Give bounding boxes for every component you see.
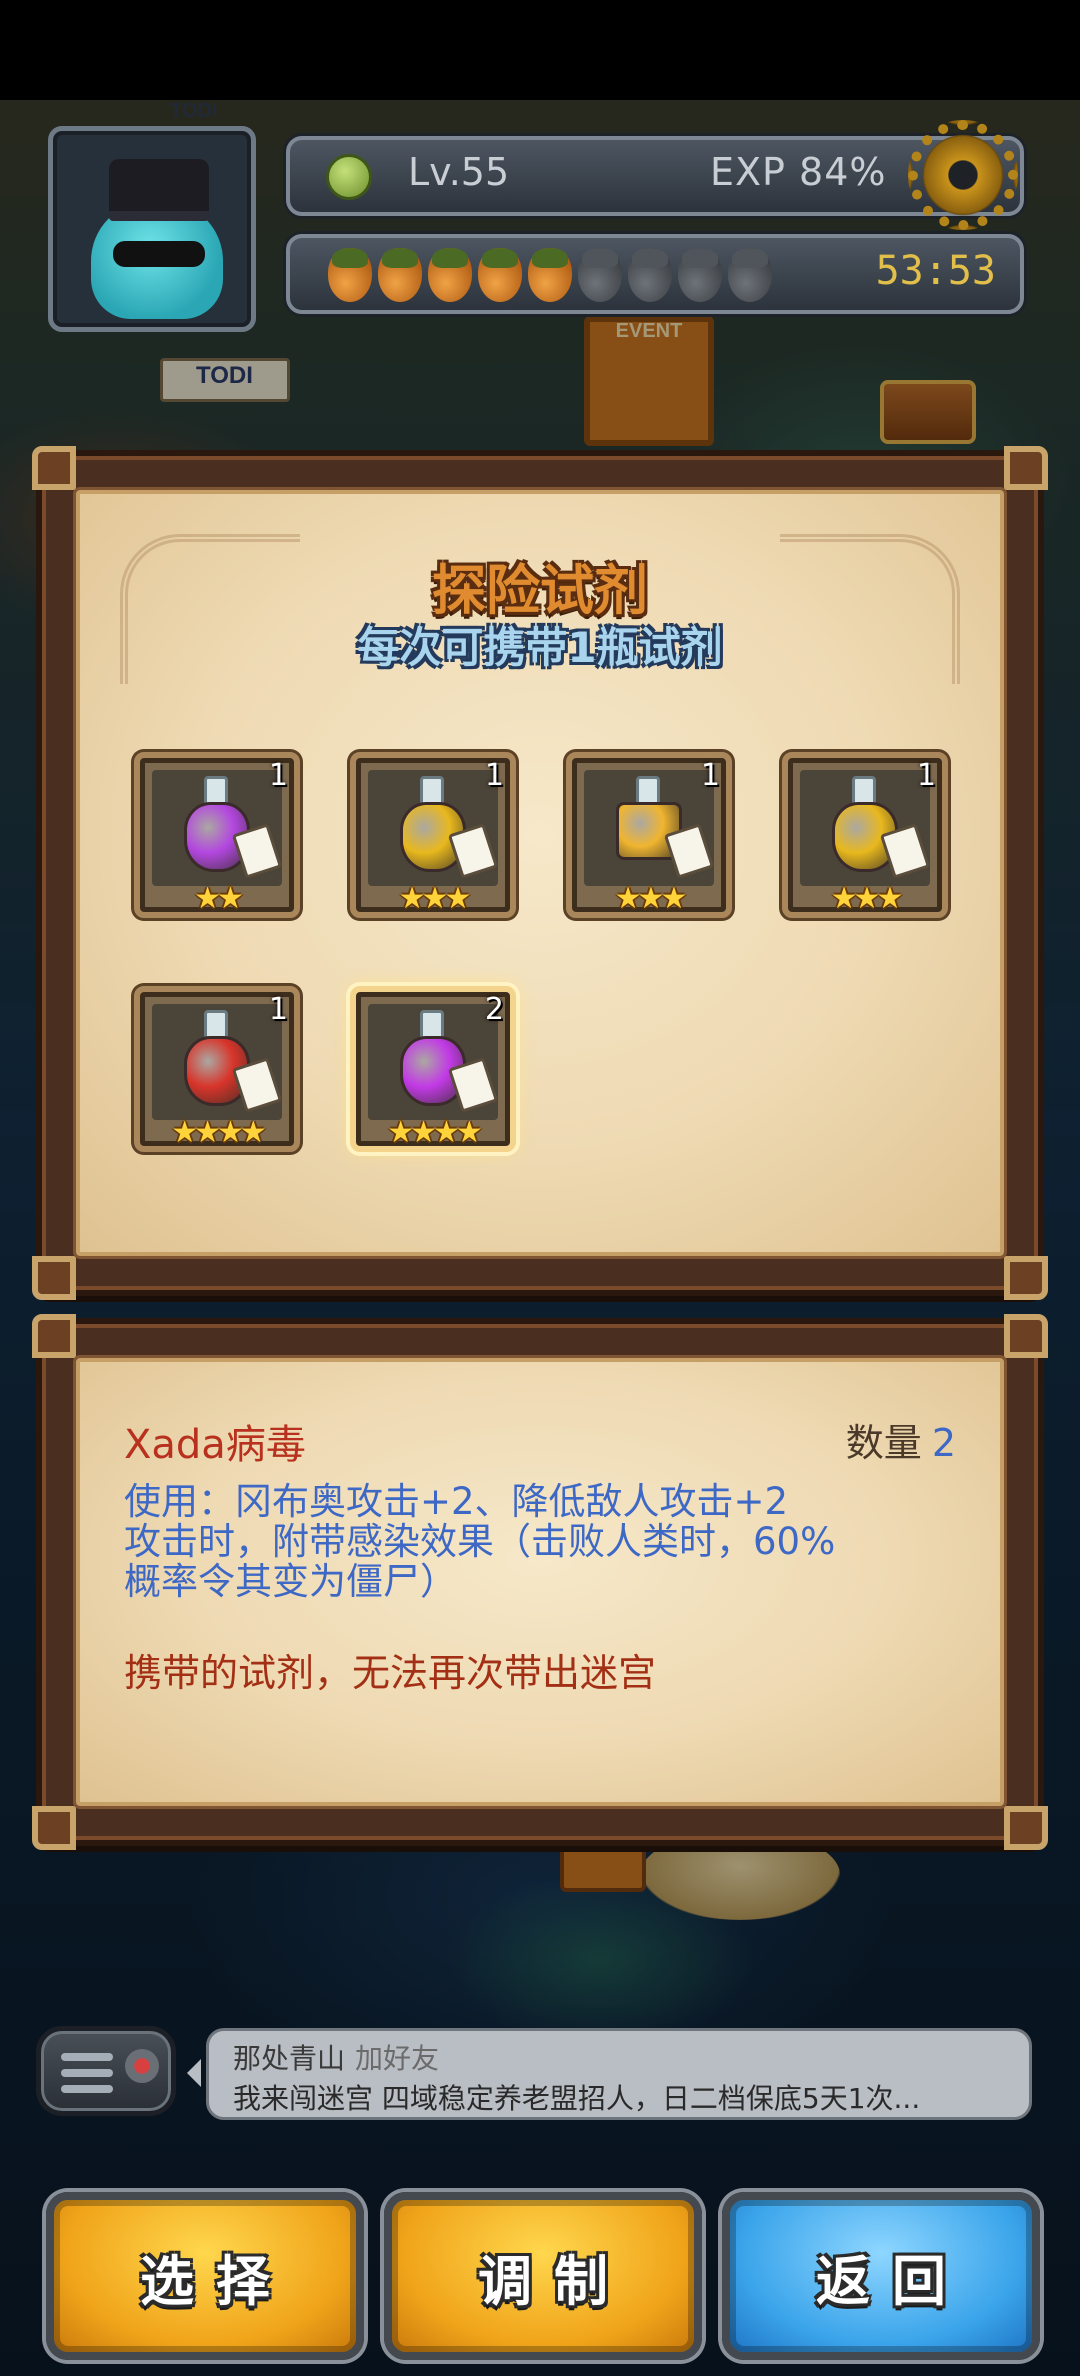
acorn-icon bbox=[428, 248, 472, 302]
chat-header: 那处青山 加好友 bbox=[233, 2037, 439, 2077]
stamina-acorns bbox=[328, 248, 772, 302]
panel-corner bbox=[32, 1256, 76, 1300]
potion-slot[interactable]: 1 ★★★ bbox=[782, 752, 948, 918]
potion-count: 1 bbox=[268, 758, 288, 793]
potion-panel: 探险试剂 每次可携带1瓶试剂 1 ★★ 1 ★★★ 1 ★★★ 1 ★★★ 1 ★★★★ 2 ★★★★ bbox=[32, 446, 1048, 1300]
panel-corner bbox=[1004, 446, 1048, 490]
potion-count: 1 bbox=[268, 992, 288, 1027]
potion-stars: ★★★ bbox=[830, 881, 904, 916]
select-button-label: 选择 bbox=[140, 2249, 292, 2313]
potion-count: 1 bbox=[916, 758, 936, 793]
chat-message-box[interactable]: 那处青山 加好友 我来闯迷宫 四域稳定养老盟招人，日二档保底5天1次... bbox=[187, 2028, 1032, 2120]
craft-button-label: 调制 bbox=[478, 2249, 630, 2313]
panel-corner bbox=[1004, 1314, 1048, 1358]
acorn-icon bbox=[628, 248, 672, 302]
acorn-icon bbox=[578, 248, 622, 302]
chat-dot-icon bbox=[125, 2049, 159, 2083]
potion-stars: ★★★ bbox=[614, 881, 688, 916]
panel-corner bbox=[32, 1314, 76, 1358]
back-button[interactable]: 返回 bbox=[722, 2192, 1040, 2360]
potion-count: 1 bbox=[484, 758, 504, 793]
detail-panel: Xada病毒 数量 2 使用：冈布奥攻击+2、降低敌人攻击+2 攻击时，附带感染效… bbox=[32, 1314, 1048, 1850]
description-line: 攻击时，附带感染效果（击败人类时，60% bbox=[124, 1520, 836, 1563]
potion-slot[interactable]: 1 ★★ bbox=[134, 752, 300, 918]
potion-stars: ★★★★ bbox=[171, 1115, 267, 1150]
chat-lines-icon bbox=[61, 2053, 113, 2101]
potion-slot[interactable]: 2 ★★★★ bbox=[350, 986, 516, 1152]
select-button[interactable]: 选择 bbox=[46, 2192, 364, 2360]
chat-radio-icon[interactable] bbox=[36, 2026, 176, 2116]
leaf-icon bbox=[326, 154, 372, 200]
gear-icon[interactable] bbox=[908, 120, 1018, 230]
craft-button[interactable]: 调制 bbox=[384, 2192, 702, 2360]
quantity: 数量 2 bbox=[846, 1412, 956, 1467]
potion-slot[interactable]: 1 ★★★ bbox=[350, 752, 516, 918]
avatar-mask bbox=[113, 241, 205, 267]
potion-count: 2 bbox=[484, 992, 504, 1027]
potion-slot[interactable]: 1 ★★★ bbox=[566, 752, 732, 918]
panel-corner bbox=[32, 446, 76, 490]
panel-corner bbox=[1004, 1806, 1048, 1850]
chat-message: 我来闯迷宫 四域稳定养老盟招人，日二档保底5天1次... bbox=[233, 2082, 921, 2115]
level-text: Lv.55 bbox=[408, 150, 510, 194]
item-warning: 携带的试剂，无法再次带出迷宫 bbox=[124, 1651, 657, 1695]
description-line: 概率令其变为僵尸） bbox=[124, 1560, 457, 1603]
stamina-bar: 53:53 bbox=[286, 234, 1024, 314]
chat-sender: 那处青山 bbox=[233, 2042, 346, 2075]
add-friend-link[interactable]: 加好友 bbox=[355, 2042, 439, 2075]
item-description: 使用：冈布奥攻击+2、降低敌人攻击+2 攻击时，附带感染效果（击败人类时，60%… bbox=[124, 1482, 984, 1602]
potion-stars: ★★ bbox=[194, 881, 244, 916]
acorn-icon bbox=[528, 248, 572, 302]
back-button-label: 返回 bbox=[816, 2249, 968, 2313]
potion-slot[interactable]: 1 ★★★★ bbox=[134, 986, 300, 1152]
quantity-value: 2 bbox=[931, 1421, 956, 1465]
stamina-timer: 53:53 bbox=[875, 248, 996, 294]
panel-corner bbox=[32, 1806, 76, 1850]
description-line: 使用：冈布奥攻击+2、降低敌人攻击+2 bbox=[124, 1480, 789, 1523]
exp-text: EXP 84% bbox=[710, 150, 887, 194]
item-name: Xada病毒 bbox=[124, 1422, 306, 1468]
acorn-icon bbox=[328, 248, 372, 302]
potion-stars: ★★★★ bbox=[387, 1115, 483, 1150]
panel-subtitle: 每次可携带1瓶试剂 bbox=[357, 623, 723, 672]
potion-stars: ★★★ bbox=[398, 881, 472, 916]
acorn-icon bbox=[478, 248, 522, 302]
acorn-icon bbox=[378, 248, 422, 302]
potion-count: 1 bbox=[700, 758, 720, 793]
acorn-icon bbox=[678, 248, 722, 302]
quantity-label: 数量 bbox=[845, 1421, 922, 1465]
avatar-hat bbox=[109, 159, 209, 221]
acorn-icon bbox=[728, 248, 772, 302]
panel-corner bbox=[1004, 1256, 1048, 1300]
avatar[interactable] bbox=[48, 126, 256, 332]
